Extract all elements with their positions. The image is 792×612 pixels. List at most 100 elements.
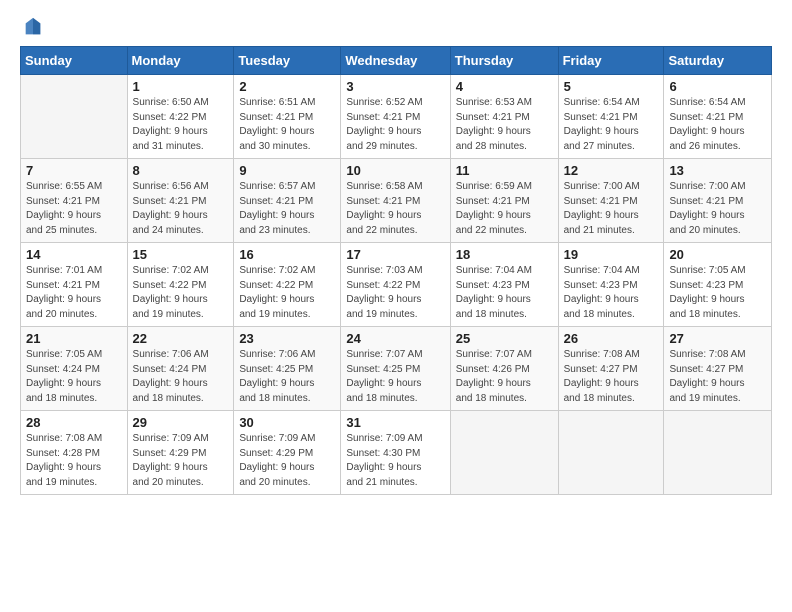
- day-info: Sunrise: 7:08 AM Sunset: 4:27 PM Dayligh…: [669, 348, 766, 406]
- day-cell: 19Sunrise: 7:04 AM Sunset: 4:23 PM Dayli…: [558, 243, 664, 327]
- day-info: Sunrise: 6:53 AM Sunset: 4:21 PM Dayligh…: [456, 96, 553, 154]
- day-info: Sunrise: 7:00 AM Sunset: 4:21 PM Dayligh…: [669, 180, 766, 238]
- day-number: 23: [239, 331, 335, 346]
- day-cell: [558, 411, 664, 495]
- day-number: 30: [239, 415, 335, 430]
- day-info: Sunrise: 6:56 AM Sunset: 4:21 PM Dayligh…: [133, 180, 229, 238]
- day-number: 7: [26, 163, 122, 178]
- day-info: Sunrise: 7:02 AM Sunset: 4:22 PM Dayligh…: [133, 264, 229, 322]
- day-cell: 5Sunrise: 6:54 AM Sunset: 4:21 PM Daylig…: [558, 75, 664, 159]
- day-info: Sunrise: 7:06 AM Sunset: 4:24 PM Dayligh…: [133, 348, 229, 406]
- calendar-header-row: SundayMondayTuesdayWednesdayThursdayFrid…: [21, 47, 772, 75]
- day-number: 21: [26, 331, 122, 346]
- day-number: 26: [564, 331, 659, 346]
- day-info: Sunrise: 7:05 AM Sunset: 4:23 PM Dayligh…: [669, 264, 766, 322]
- day-info: Sunrise: 6:55 AM Sunset: 4:21 PM Dayligh…: [26, 180, 122, 238]
- logo-icon: [22, 16, 44, 38]
- col-header-tuesday: Tuesday: [234, 47, 341, 75]
- day-cell: [21, 75, 128, 159]
- day-cell: 18 Sunrise: 7:04 AM Sunset: 4:23 PM Dayli…: [450, 243, 558, 327]
- day-cell: 11 Sunrise: 6:59 AM Sunset: 4:21 PM Dayli…: [450, 159, 558, 243]
- day-number: 15: [133, 247, 229, 262]
- day-cell: 8 Sunrise: 6:56 AM Sunset: 4:21 PM Daylig…: [127, 159, 234, 243]
- day-number: 2: [239, 79, 335, 94]
- day-info: Sunrise: 7:09 AM Sunset: 4:29 PM Dayligh…: [133, 432, 229, 490]
- day-number: 22: [133, 331, 229, 346]
- day-cell: 23 Sunrise: 7:06 AM Sunset: 4:25 PM Dayli…: [234, 327, 341, 411]
- day-cell: 1 Sunrise: 6:50 AM Sunset: 4:22 PM Daylig…: [127, 75, 234, 159]
- day-number: 18: [456, 247, 553, 262]
- day-cell: 12 Sunrise: 7:00 AM Sunset: 4:21 PM Dayli…: [558, 159, 664, 243]
- day-number: 1: [133, 79, 229, 94]
- day-cell: 7 Sunrise: 6:55 AM Sunset: 4:21 PM Daylig…: [21, 159, 128, 243]
- day-info: Sunrise: 7:05 AM Sunset: 4:24 PM Dayligh…: [26, 348, 122, 406]
- day-info: Sunrise: 7:09 AM Sunset: 4:30 PM Dayligh…: [346, 432, 444, 490]
- logo: [20, 16, 44, 34]
- day-info: Sunrise: 7:04 AM Sunset: 4:23 PM Dayligh…: [456, 264, 553, 322]
- day-info: Sunrise: 7:07 AM Sunset: 4:26 PM Dayligh…: [456, 348, 553, 406]
- day-number: 12: [564, 163, 659, 178]
- week-row-5: 28 Sunrise: 7:08 AM Sunset: 4:28 PM Dayli…: [21, 411, 772, 495]
- day-info: Sunrise: 7:08 AM Sunset: 4:27 PM Dayligh…: [564, 348, 659, 406]
- header: [20, 16, 772, 34]
- day-number: 25: [456, 331, 553, 346]
- calendar-table: SundayMondayTuesdayWednesdayThursdayFrid…: [20, 46, 772, 495]
- day-number: 14: [26, 247, 122, 262]
- day-cell: 3Sunrise: 6:52 AM Sunset: 4:21 PM Daylig…: [341, 75, 450, 159]
- day-info: Sunrise: 6:57 AM Sunset: 4:21 PM Dayligh…: [239, 180, 335, 238]
- week-row-2: 7 Sunrise: 6:55 AM Sunset: 4:21 PM Daylig…: [21, 159, 772, 243]
- day-info: Sunrise: 7:01 AM Sunset: 4:21 PM Dayligh…: [26, 264, 122, 322]
- day-cell: 6Sunrise: 6:54 AM Sunset: 4:21 PM Daylig…: [664, 75, 772, 159]
- day-number: 24: [346, 331, 444, 346]
- day-cell: 17Sunrise: 7:03 AM Sunset: 4:22 PM Dayli…: [341, 243, 450, 327]
- col-header-thursday: Thursday: [450, 47, 558, 75]
- day-info: Sunrise: 7:09 AM Sunset: 4:29 PM Dayligh…: [239, 432, 335, 490]
- day-cell: 24 Sunrise: 7:07 AM Sunset: 4:25 PM Dayli…: [341, 327, 450, 411]
- day-number: 13: [669, 163, 766, 178]
- day-cell: 20 Sunrise: 7:05 AM Sunset: 4:23 PM Dayli…: [664, 243, 772, 327]
- day-number: 20: [669, 247, 766, 262]
- day-number: 11: [456, 163, 553, 178]
- day-cell: 31 Sunrise: 7:09 AM Sunset: 4:30 PM Dayli…: [341, 411, 450, 495]
- day-cell: 27Sunrise: 7:08 AM Sunset: 4:27 PM Dayli…: [664, 327, 772, 411]
- day-info: Sunrise: 6:51 AM Sunset: 4:21 PM Dayligh…: [239, 96, 335, 154]
- day-number: 5: [564, 79, 659, 94]
- day-info: Sunrise: 6:58 AM Sunset: 4:21 PM Dayligh…: [346, 180, 444, 238]
- day-info: Sunrise: 7:08 AM Sunset: 4:28 PM Dayligh…: [26, 432, 122, 490]
- day-cell: 30 Sunrise: 7:09 AM Sunset: 4:29 PM Dayli…: [234, 411, 341, 495]
- day-cell: [450, 411, 558, 495]
- day-cell: [664, 411, 772, 495]
- day-number: 10: [346, 163, 444, 178]
- day-info: Sunrise: 6:59 AM Sunset: 4:21 PM Dayligh…: [456, 180, 553, 238]
- day-info: Sunrise: 7:07 AM Sunset: 4:25 PM Dayligh…: [346, 348, 444, 406]
- day-cell: 2 Sunrise: 6:51 AM Sunset: 4:21 PM Daylig…: [234, 75, 341, 159]
- day-info: Sunrise: 6:54 AM Sunset: 4:21 PM Dayligh…: [669, 96, 766, 154]
- day-cell: 4Sunrise: 6:53 AM Sunset: 4:21 PM Daylig…: [450, 75, 558, 159]
- day-number: 8: [133, 163, 229, 178]
- day-cell: 22 Sunrise: 7:06 AM Sunset: 4:24 PM Dayli…: [127, 327, 234, 411]
- day-info: Sunrise: 7:00 AM Sunset: 4:21 PM Dayligh…: [564, 180, 659, 238]
- day-cell: 21 Sunrise: 7:05 AM Sunset: 4:24 PM Dayli…: [21, 327, 128, 411]
- day-cell: 29 Sunrise: 7:09 AM Sunset: 4:29 PM Dayli…: [127, 411, 234, 495]
- day-info: Sunrise: 7:02 AM Sunset: 4:22 PM Dayligh…: [239, 264, 335, 322]
- day-number: 28: [26, 415, 122, 430]
- day-cell: 16Sunrise: 7:02 AM Sunset: 4:22 PM Dayli…: [234, 243, 341, 327]
- col-header-sunday: Sunday: [21, 47, 128, 75]
- day-number: 29: [133, 415, 229, 430]
- day-number: 17: [346, 247, 444, 262]
- day-info: Sunrise: 6:52 AM Sunset: 4:21 PM Dayligh…: [346, 96, 444, 154]
- day-info: Sunrise: 6:50 AM Sunset: 4:22 PM Dayligh…: [133, 96, 229, 154]
- col-header-monday: Monday: [127, 47, 234, 75]
- week-row-3: 14 Sunrise: 7:01 AM Sunset: 4:21 PM Dayli…: [21, 243, 772, 327]
- day-number: 19: [564, 247, 659, 262]
- week-row-4: 21 Sunrise: 7:05 AM Sunset: 4:24 PM Dayli…: [21, 327, 772, 411]
- day-cell: 14 Sunrise: 7:01 AM Sunset: 4:21 PM Dayli…: [21, 243, 128, 327]
- day-number: 31: [346, 415, 444, 430]
- day-cell: 15 Sunrise: 7:02 AM Sunset: 4:22 PM Dayli…: [127, 243, 234, 327]
- day-info: Sunrise: 7:06 AM Sunset: 4:25 PM Dayligh…: [239, 348, 335, 406]
- col-header-wednesday: Wednesday: [341, 47, 450, 75]
- col-header-saturday: Saturday: [664, 47, 772, 75]
- day-number: 9: [239, 163, 335, 178]
- day-cell: 10 Sunrise: 6:58 AM Sunset: 4:21 PM Dayli…: [341, 159, 450, 243]
- day-cell: 9 Sunrise: 6:57 AM Sunset: 4:21 PM Daylig…: [234, 159, 341, 243]
